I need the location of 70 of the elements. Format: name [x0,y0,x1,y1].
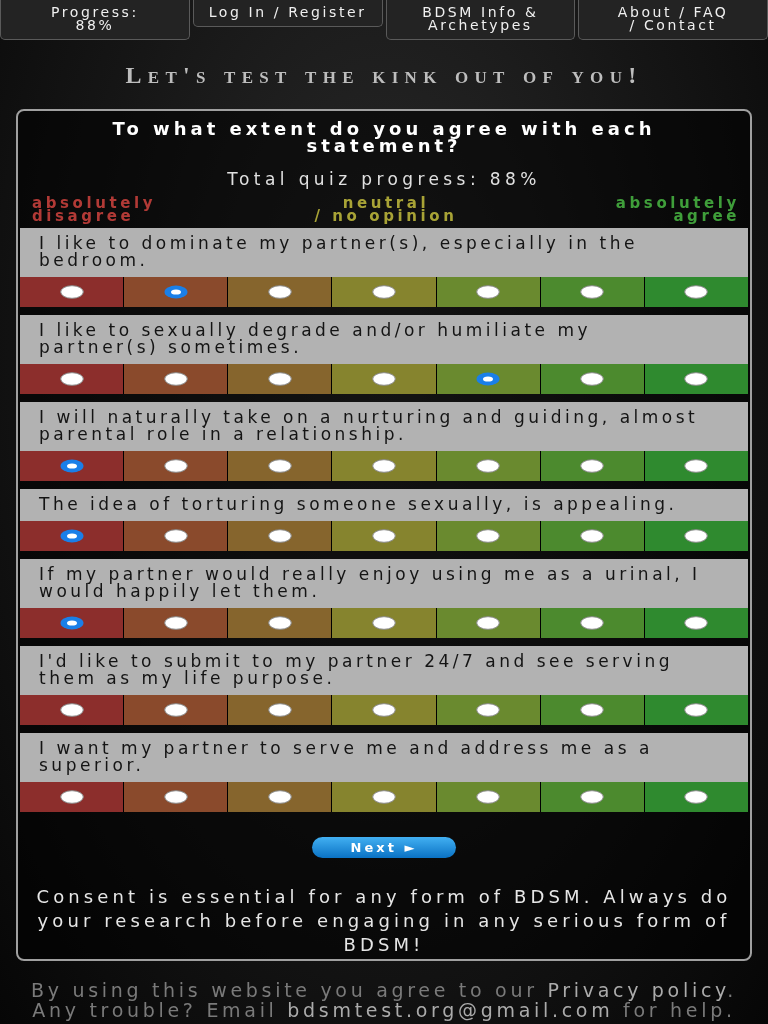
radio-button[interactable] [684,790,709,804]
radio-button[interactable] [267,790,292,804]
radio-button[interactable] [684,529,709,543]
radio-button[interactable] [372,703,396,717]
question-text: I want my partner to serve me and address me as a superior. [20,733,748,782]
radio-button[interactable] [580,372,605,386]
radio-button[interactable] [163,459,188,473]
radio-button[interactable] [476,616,501,630]
progress-text: Total quiz progress: 88% [227,170,541,188]
radio-button[interactable] [580,529,605,543]
tagline: Let's test the kink out of you! [125,62,643,88]
radio-button[interactable] [372,790,396,804]
question-text: If my partner would really enjoy using me as a urinal, I would happily let them. [20,559,748,608]
radio-button[interactable] [59,790,84,804]
radio-button[interactable] [684,616,709,630]
radio-button[interactable] [267,616,292,630]
radio-button[interactable] [684,703,709,717]
radio-button[interactable] [372,372,396,386]
radio-button[interactable] [267,372,292,386]
question-text: I like to dominate my partner(s), especially in the bedroom. [20,228,748,277]
radio-button[interactable] [580,459,605,473]
radio-button[interactable] [59,616,84,630]
radio-button[interactable] [580,616,605,630]
next-button[interactable]: Next ► [312,837,456,858]
radio-button[interactable] [684,372,709,386]
radio-button[interactable] [476,372,501,386]
nav-tab[interactable]: About / FAQ / Contact [578,0,768,40]
radio-button[interactable] [163,529,188,543]
radio-button[interactable] [372,459,396,473]
scale-label: neutral / no opinion [314,197,458,223]
question-text: I will naturally take on a nurturing and guiding, almost parental role in a relationship. [20,402,748,451]
footer-text: By using this website you agree to our Privacy policy. Any trouble? Email bdsmtest.org@gmail.com for help. [29,980,738,1020]
radio-button[interactable] [163,790,188,804]
radio-button[interactable] [59,459,84,473]
nav-tab[interactable]: BDSM Info & Archetypes [385,0,576,40]
radio-button[interactable] [372,529,396,543]
scale-label: absolutely agree [615,197,740,223]
radio-button[interactable] [372,285,396,299]
footer-link[interactable]: Privacy policy [547,979,728,1001]
radio-button[interactable] [59,372,84,386]
nav-tab[interactable]: Progress: 88% [0,0,190,40]
radio-button[interactable] [684,285,709,299]
radio-button[interactable] [684,459,709,473]
radio-button[interactable] [580,285,605,299]
radio-button[interactable] [59,529,84,543]
radio-button[interactable] [476,285,501,299]
radio-button[interactable] [163,616,188,630]
radio-button[interactable] [372,616,396,630]
radio-button[interactable] [476,703,501,717]
consent-notice: Consent is essential for any form of BDSM. Always do your research before engaging in any serious form of BDSM! [35,885,733,957]
radio-button[interactable] [267,285,292,299]
radio-button[interactable] [267,529,292,543]
radio-button[interactable] [59,703,84,717]
radio-button[interactable] [267,459,292,473]
nav-tab[interactable]: Log In / Register [192,0,383,27]
radio-button[interactable] [476,459,501,473]
radio-button[interactable] [476,790,501,804]
radio-button[interactable] [163,372,188,386]
radio-button[interactable] [267,703,292,717]
question-text: I like to sexually degrade and/or humiliate my partner(s) sometimes. [20,315,748,364]
quiz-heading: To what extent do you agree with each statement? [111,120,657,154]
radio-button[interactable] [59,285,84,299]
radio-button[interactable] [580,703,605,717]
radio-button[interactable] [580,790,605,804]
radio-button[interactable] [476,529,501,543]
radio-button[interactable] [163,285,188,299]
scale-label: absolutely disagree [32,197,157,223]
question-text: I'd like to submit to my partner 24/7 and see serving them as my life purpose. [20,646,748,695]
radio-button[interactable] [163,703,188,717]
question-text: The idea of torturing someone sexually, is appealing. [20,489,748,521]
